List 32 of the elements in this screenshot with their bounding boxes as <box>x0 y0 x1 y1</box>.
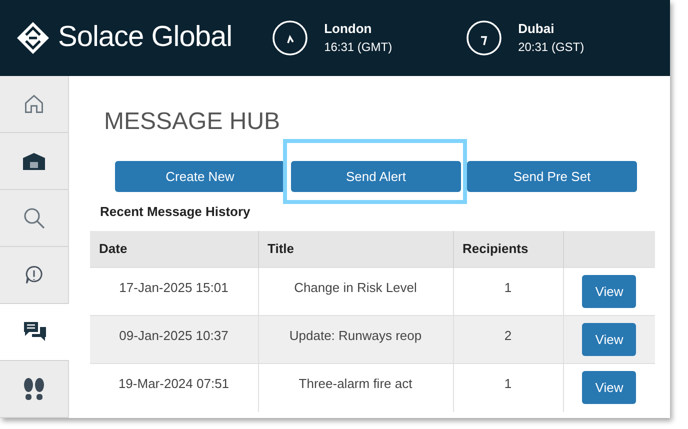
table-cell: 1 <box>504 376 512 391</box>
logo-icon <box>16 21 50 55</box>
chat-icon <box>22 321 46 343</box>
table-cell: Update: Runways reop <box>289 328 422 343</box>
view-button[interactable]: View <box>582 371 636 404</box>
table-cell: Three-alarm fire act <box>298 376 412 391</box>
action-button[interactable]: Create New <box>115 161 285 192</box>
city-time: 16:31 (GMT) <box>324 39 392 56</box>
sidebar-item[interactable] <box>0 304 69 361</box>
section-title: Recent Message History <box>100 203 252 221</box>
footprints-icon <box>23 377 45 401</box>
table-cell: 2 <box>504 328 512 343</box>
action-button[interactable]: Send Pre Set <box>467 161 637 192</box>
building-icon <box>22 152 46 170</box>
table-cell: Change in Risk Level <box>294 280 417 295</box>
page-title: MESSAGE HUB <box>104 108 282 136</box>
table-cell: 1 <box>504 280 512 295</box>
city-name: Dubai <box>518 20 556 38</box>
city-time: 20:31 (GST) <box>518 39 584 56</box>
clock-icon <box>272 20 308 56</box>
action-button[interactable]: Send Alert <box>291 161 461 192</box>
clock-icon <box>466 20 502 56</box>
brand-name: Solace Global <box>58 20 232 56</box>
search-icon <box>22 206 46 230</box>
table-cell: 19-Mar-2024 07:51 <box>118 376 230 391</box>
alert-icon <box>23 264 45 286</box>
home-icon <box>23 93 45 115</box>
view-button[interactable]: View <box>582 275 636 308</box>
table-cell: 09-Jan-2025 10:37 <box>119 328 228 343</box>
table-cell: 17-Jan-2025 15:01 <box>119 280 228 295</box>
view-button[interactable]: View <box>582 323 636 356</box>
city-name: London <box>324 20 373 38</box>
